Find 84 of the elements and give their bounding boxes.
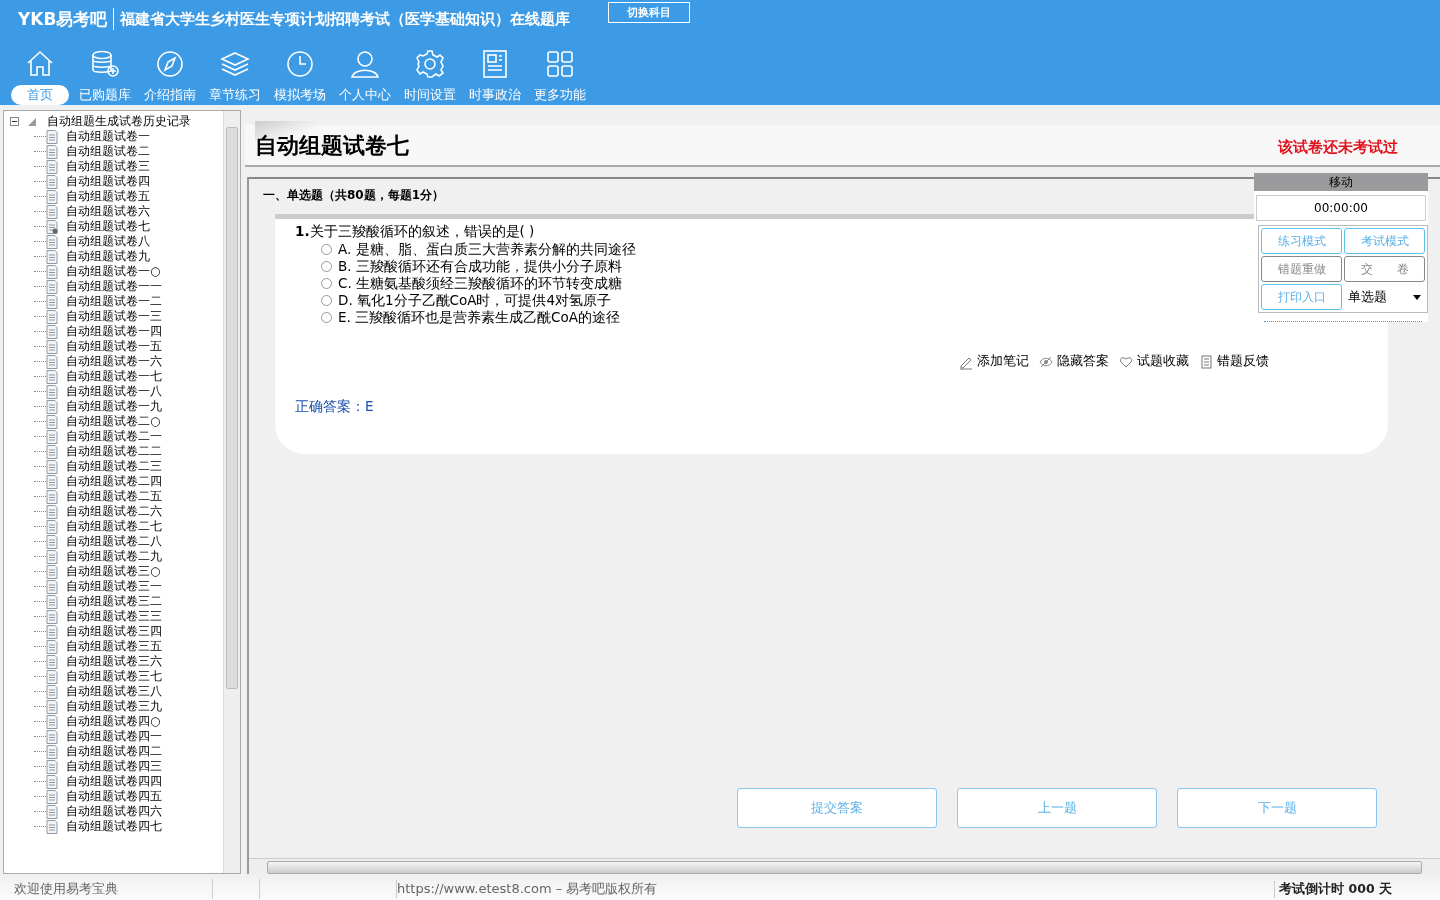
person-icon[interactable] [349, 48, 381, 80]
tree-item[interactable]: 自动组题试卷四一 [66, 728, 162, 745]
action-link[interactable]: 隐藏答案 [1057, 353, 1109, 370]
tree-item[interactable]: 自动组题试卷三六 [66, 653, 162, 670]
tree-item[interactable]: 自动组题试卷二○ [66, 413, 161, 430]
tree-item[interactable]: 自动组题试卷二九 [66, 548, 162, 565]
tree-item[interactable]: 自动组题试卷一四 [66, 323, 162, 340]
correct-answer: 正确答案：E [295, 398, 374, 416]
tree-item[interactable]: 自动组题试卷三七 [66, 668, 162, 685]
action-link[interactable]: 添加笔记 [977, 353, 1029, 370]
tree-root[interactable]: 自动组题生成试卷历史记录 [47, 113, 191, 130]
tree-item[interactable]: 自动组题试卷一七 [66, 368, 162, 385]
question-type-dropdown[interactable]: 单选题 [1344, 284, 1425, 310]
tree-item[interactable]: 自动组题试卷三八 [66, 683, 162, 700]
tree-item[interactable]: 自动组题试卷六 [66, 203, 150, 220]
mode-button[interactable]: 交 卷 [1344, 256, 1425, 282]
tree-item[interactable]: 自动组题试卷三三 [66, 608, 162, 625]
tree-item[interactable]: 自动组题试卷九 [66, 248, 150, 265]
countdown-text: 考试倒计时 000 天 [1274, 880, 1392, 898]
tree-item[interactable]: 自动组题试卷四五 [66, 788, 162, 805]
tree-item[interactable]: 自动组题试卷三四 [66, 623, 162, 640]
tree-item[interactable]: 自动组题试卷五 [66, 188, 150, 205]
clock-icon[interactable] [284, 48, 316, 80]
drag-handle[interactable]: 移动 [1254, 173, 1428, 191]
tree-item[interactable]: 自动组题试卷二七 [66, 518, 162, 535]
paper-title: 自动组题试卷七 [255, 132, 409, 160]
folder-icon [27, 116, 37, 127]
caret-icon [1413, 294, 1421, 300]
tree-item[interactable]: 自动组题试卷三一 [66, 578, 162, 595]
scrollbar[interactable] [223, 111, 240, 873]
tree-item[interactable]: 自动组题试卷四二 [66, 743, 162, 760]
welcome-text: 欢迎使用易考宝典 [13, 880, 119, 898]
tree-item[interactable]: 自动组题试卷四七 [66, 818, 162, 835]
tree-item[interactable]: 自动组题试卷一六 [66, 353, 162, 370]
tree-item[interactable]: 自动组题试卷七 [66, 218, 150, 235]
collapse-toggle[interactable] [10, 117, 19, 126]
tree-item[interactable]: 自动组题试卷四四 [66, 773, 162, 790]
exam-status: 该试卷还未考试过 [1278, 138, 1398, 157]
tree-item[interactable]: 自动组题试卷一 [66, 128, 150, 145]
tree-item[interactable]: 自动组题试卷二三 [66, 458, 162, 475]
tree-item[interactable]: 自动组题试卷三○ [66, 563, 161, 580]
notebook-icon[interactable] [1199, 353, 1213, 370]
tree-item[interactable]: 自动组题试卷一三 [66, 308, 162, 325]
option-text[interactable]: E. 三羧酸循环也是营养素生成乙酰CoA的途径 [338, 308, 621, 327]
option-text[interactable]: B. 三羧酸循环还有合成功能，提供小分子原料 [338, 257, 622, 276]
tree-item[interactable]: 自动组题试卷三九 [66, 698, 162, 715]
tree-item[interactable]: 自动组题试卷八 [66, 233, 150, 250]
action-link[interactable]: 试题收藏 [1137, 353, 1189, 370]
copyright-text: https://www.etest8.com – 易考吧版权所有 [396, 880, 658, 898]
option-text[interactable]: D. 氧化1分子乙酰CoA时，可提供4对氢原子 [338, 291, 612, 310]
tree-item[interactable]: 自动组题试卷二二 [66, 443, 162, 460]
tree-item[interactable]: 自动组题试卷二五 [66, 488, 162, 505]
tree-item[interactable]: 自动组题试卷四三 [66, 758, 162, 775]
scrollbar[interactable] [249, 858, 1440, 874]
mode-button[interactable]: 错题重做 [1261, 256, 1342, 282]
question-text: 1.关于三羧酸循环的叙述，错误的是( ) [295, 223, 535, 241]
tree-item[interactable]: 自动组题试卷四六 [66, 803, 162, 820]
grid-icon[interactable] [544, 48, 576, 80]
timer-display: 00:00:00 [1256, 195, 1426, 221]
database-icon[interactable] [89, 48, 121, 80]
option-text[interactable]: A. 是糖、脂、蛋白质三大营养素分解的共同途径 [338, 240, 636, 259]
tree-item[interactable]: 自动组题试卷三二 [66, 593, 162, 610]
tree-item[interactable]: 自动组题试卷二八 [66, 533, 162, 550]
tree-item[interactable]: 自动组题试卷三 [66, 158, 150, 175]
tree-item[interactable]: 自动组题试卷一一 [66, 278, 162, 295]
app-logo: YKB易考吧 [18, 7, 108, 31]
compass-icon[interactable] [154, 48, 186, 80]
tree-item[interactable]: 自动组题试卷一二 [66, 293, 162, 310]
action-link[interactable]: 错题反馈 [1217, 353, 1269, 370]
section-heading: 一、单选题（共80题，每题1分） [263, 187, 445, 204]
tree-item[interactable]: 自动组题试卷一○ [66, 263, 161, 280]
tree-item[interactable]: 自动组题试卷二一 [66, 428, 162, 445]
tree-item[interactable]: 自动组题试卷一五 [66, 338, 162, 355]
tree-item[interactable]: 自动组题试卷一八 [66, 383, 162, 400]
tree-item[interactable]: 自动组题试卷二六 [66, 503, 162, 520]
tree-item[interactable]: 自动组题试卷二 [66, 143, 150, 160]
tree-item[interactable]: 自动组题试卷三五 [66, 638, 162, 655]
tree-item[interactable]: 自动组题试卷四○ [66, 713, 161, 730]
tree-item[interactable]: 自动组题试卷四 [66, 173, 150, 190]
app-title: 福建省大学生乡村医生专项计划招聘考试（医学基础知识）在线题库 [120, 9, 571, 29]
settings-icon[interactable] [414, 48, 446, 80]
option-text[interactable]: C. 生糖氨基酸须经三羧酸循环的环节转变成糖 [338, 274, 622, 293]
tree-item[interactable]: 自动组题试卷一九 [66, 398, 162, 415]
tree-item[interactable]: 自动组题试卷二四 [66, 473, 162, 490]
